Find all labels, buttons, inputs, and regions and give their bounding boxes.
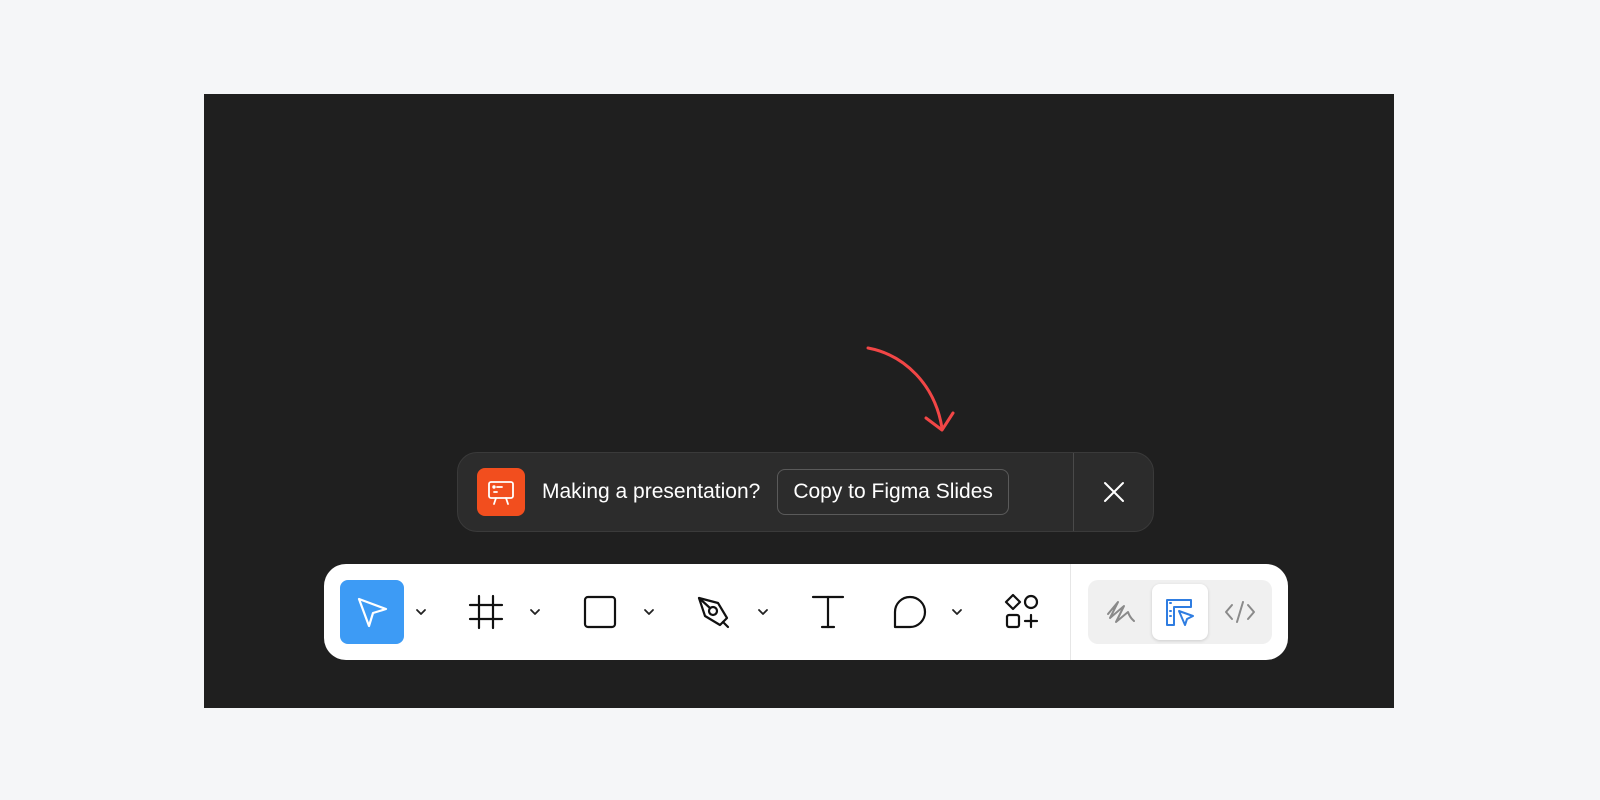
chevron-down-icon	[644, 609, 654, 615]
close-banner-button[interactable]	[1074, 453, 1154, 531]
bottom-toolbar	[324, 564, 1288, 660]
comment-icon	[893, 595, 927, 629]
mode-switcher	[1088, 580, 1272, 644]
chevron-down-icon	[952, 609, 962, 615]
presentation-icon	[477, 468, 525, 516]
chevron-down-icon	[416, 609, 426, 615]
code-icon	[1225, 601, 1255, 623]
frame-tool-button[interactable]	[454, 580, 518, 644]
text-tool-button[interactable]	[796, 580, 860, 644]
actions-tool-button[interactable]	[990, 580, 1054, 644]
text-icon	[811, 595, 845, 629]
close-icon	[1104, 482, 1124, 502]
pen-tool-menu-button[interactable]	[754, 598, 772, 626]
toolbar-divider	[1070, 564, 1071, 660]
shape-tool-button[interactable]	[568, 580, 632, 644]
move-tool-button[interactable]	[340, 580, 404, 644]
draw-mode-button[interactable]	[1092, 584, 1148, 640]
copy-to-slides-button[interactable]: Copy to Figma Slides	[777, 469, 1009, 515]
design-mode-button[interactable]	[1152, 584, 1208, 640]
dev-mode-button[interactable]	[1212, 584, 1268, 640]
design-mode-icon	[1166, 599, 1194, 626]
draw-icon	[1107, 601, 1135, 623]
move-tool-menu-button[interactable]	[412, 598, 430, 626]
chevron-down-icon	[758, 609, 768, 615]
move-cursor-icon	[357, 597, 388, 628]
pen-icon	[697, 596, 730, 629]
comment-tool-button[interactable]	[878, 580, 942, 644]
actions-icon	[1004, 593, 1039, 629]
frame-tool-menu-button[interactable]	[526, 598, 544, 626]
rectangle-icon	[583, 595, 617, 629]
comment-tool-menu-button[interactable]	[948, 598, 966, 626]
chevron-down-icon	[530, 609, 540, 615]
shape-tool-menu-button[interactable]	[640, 598, 658, 626]
pen-tool-button[interactable]	[682, 580, 746, 644]
banner-message: Making a presentation?	[542, 480, 761, 503]
frame-icon	[468, 594, 504, 630]
presentation-banner: Making a presentation? Copy to Figma Sli…	[457, 452, 1154, 532]
